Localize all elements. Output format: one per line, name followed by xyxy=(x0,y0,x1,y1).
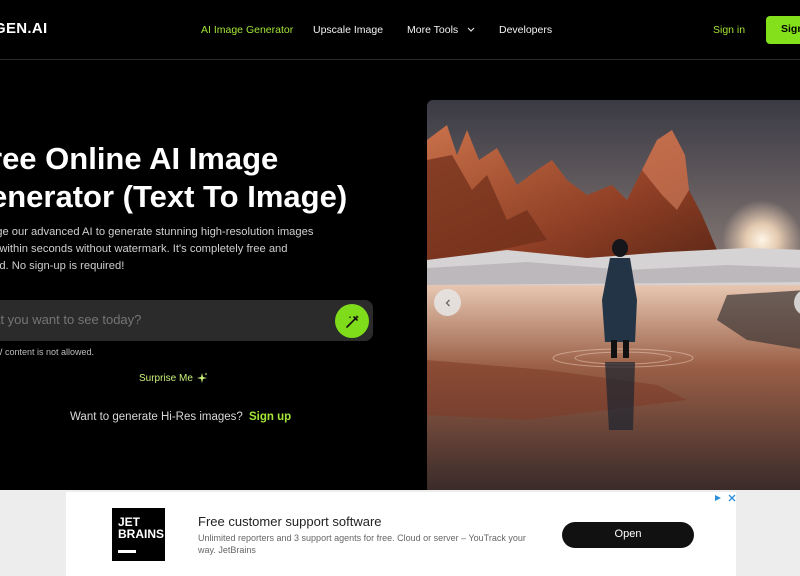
arrow-left-icon xyxy=(445,299,450,306)
close-icon[interactable] xyxy=(728,494,736,502)
surprise-me-button[interactable]: Surprise Me xyxy=(139,373,193,384)
hires-sign-up-link[interactable]: Sign up xyxy=(249,411,291,423)
jetbrains-logo-line-2: BRAINS xyxy=(118,527,165,541)
hero-description-line-3: ted. No sign-up is required! xyxy=(0,260,125,272)
sign-in-link[interactable]: Sign in xyxy=(713,24,745,36)
carousel-prev-button[interactable] xyxy=(434,289,461,316)
sample-landscape-image xyxy=(427,100,800,490)
ad-open-button[interactable]: Open xyxy=(562,522,694,548)
jetbrains-logo: JET BRAINS xyxy=(112,508,165,561)
sparkle-icon xyxy=(197,372,208,383)
chevron-down-icon xyxy=(467,27,475,32)
nav-upscale-image[interactable]: Upscale Image xyxy=(313,24,383,36)
ad-choices-icon[interactable] xyxy=(714,494,722,502)
hires-text: Want to generate Hi-Res images? xyxy=(70,411,243,423)
sign-up-button[interactable]: Sign up xyxy=(766,16,800,44)
nav-ai-image-generator[interactable]: AI Image Generator xyxy=(201,24,293,36)
top-navigation: GEN.AI AI Image Generator Upscale Image … xyxy=(0,0,800,60)
ad-title[interactable]: Free customer support software xyxy=(198,514,382,529)
page-title-line-1: ree Online AI Image xyxy=(0,141,279,176)
prompt-input[interactable] xyxy=(0,312,316,327)
generate-button[interactable] xyxy=(335,304,369,338)
jetbrains-logo-bar xyxy=(118,550,136,553)
page-title: ree Online AI Image enerator (Text To Im… xyxy=(0,140,410,216)
hero-description-line-1: age our advanced AI to generate stunning… xyxy=(0,226,314,238)
nav-more-tools[interactable]: More Tools xyxy=(407,24,475,36)
page-title-line-2: enerator (Text To Image) xyxy=(0,179,348,214)
magic-wand-icon xyxy=(345,314,359,328)
hires-prompt: Want to generate Hi-Res images? Sign up xyxy=(70,411,291,423)
ad-description: Unlimited reporters and 3 support agents… xyxy=(198,533,526,555)
nav-developers[interactable]: Developers xyxy=(499,24,552,36)
ad-choices[interactable] xyxy=(714,494,736,504)
nsfw-notice: W content is not allowed. xyxy=(0,347,95,357)
hero-description-line-2: u within seconds without watermark. It's… xyxy=(0,243,288,255)
hero-description: age our advanced AI to generate stunning… xyxy=(0,224,320,275)
generated-image-carousel xyxy=(427,100,800,490)
nav-more-tools-label: More Tools xyxy=(407,24,459,36)
site-logo[interactable]: GEN.AI xyxy=(0,20,47,37)
